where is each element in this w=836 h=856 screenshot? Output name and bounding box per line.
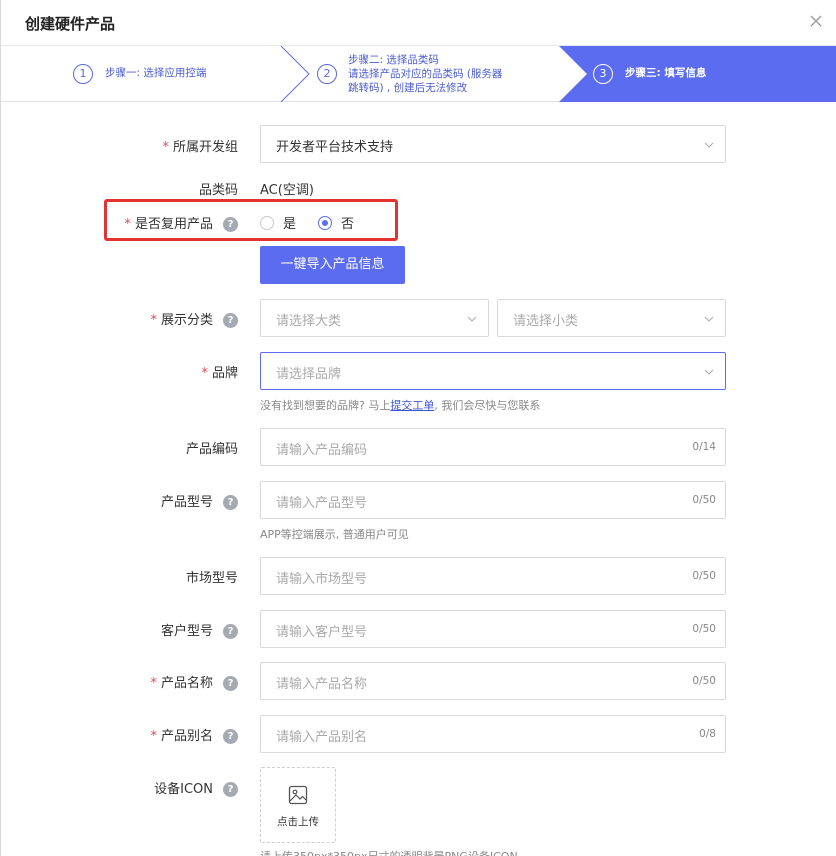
step-number: 2	[317, 64, 337, 84]
step-1[interactable]: 1 步骤一: 选择应用控端	[1, 46, 281, 102]
char-counter: 0/50	[692, 675, 716, 687]
brand-select[interactable]: 请选择品牌	[260, 352, 726, 390]
step-2[interactable]: 2 步骤二: 选择品类码 请选择产品对应的品类码 (服务器 跳转码) , 创建后…	[281, 46, 561, 102]
device-icon-label: 设备ICON?	[154, 778, 238, 797]
product-code-input[interactable]: 请输入产品编码 0/14	[260, 428, 726, 466]
step-label: 步骤一: 选择应用控端	[105, 67, 207, 79]
device-icon-hint: 请上传350px*350px尺寸的透明背景PNG设备ICON	[260, 848, 518, 856]
question-icon[interactable]: ?	[223, 624, 238, 639]
display-category-minor-select[interactable]: 请选择小类	[497, 299, 726, 337]
input-placeholder: 请输入客户型号	[276, 625, 368, 640]
product-name-input[interactable]: 请输入产品名称 0/50	[260, 662, 726, 700]
question-icon[interactable]: ?	[223, 676, 238, 691]
chevron-down-icon	[467, 316, 477, 322]
step-description: 跳转码) , 创建后无法修改	[348, 82, 468, 94]
select-placeholder: 请选择大类	[276, 314, 342, 329]
step-number: 3	[593, 64, 613, 84]
product-form: * 所属开发组 开发者平台技术支持 品类码 AC(空调) * 是否复用产品? 是 否…	[1, 102, 836, 856]
category-code-value: AC(空调)	[260, 183, 314, 198]
input-placeholder: 请输入产品别名	[276, 730, 368, 745]
submit-ticket-link[interactable]: 提交工单	[390, 399, 434, 412]
dev-group-label: * 所属开发组	[162, 140, 238, 155]
icon-upload-area[interactable]: 点击上传	[260, 767, 336, 843]
display-category-label: * 展示分类?	[150, 309, 238, 328]
hint-text: 没有找到想要的品牌? 马上	[260, 399, 391, 412]
chevron-down-icon	[704, 369, 714, 375]
step-number: 1	[73, 64, 93, 84]
char-counter: 0/50	[692, 623, 716, 635]
import-product-info-button[interactable]: 一键导入产品信息	[260, 246, 405, 284]
product-name-label: * 产品名称?	[150, 672, 238, 691]
product-alias-label: * 产品别名?	[150, 725, 238, 744]
upload-label: 点击上传	[277, 816, 319, 828]
dialog-header: 创建硬件产品	[1, 0, 836, 46]
char-counter: 0/50	[692, 494, 716, 506]
product-code-label: 产品编码	[185, 442, 238, 457]
select-placeholder: 请选择品牌	[276, 367, 342, 382]
question-icon[interactable]: ?	[223, 729, 238, 744]
product-alias-input[interactable]: 请输入产品别名 0/8	[260, 715, 726, 753]
brand-label: * 品牌	[201, 366, 238, 381]
customer-model-label: 客户型号?	[161, 620, 238, 639]
select-placeholder: 请选择小类	[513, 314, 579, 329]
step-label: 步骤三: 填写信息	[625, 67, 707, 79]
step-label: 步骤二: 选择品类码	[348, 54, 439, 66]
input-placeholder: 请输入产品编码	[276, 443, 368, 458]
hint-text: , 我们会尽快与您联系	[434, 399, 541, 412]
product-model-hint: APP等控端展示, 普通用户可见	[260, 528, 409, 541]
dev-group-select[interactable]: 开发者平台技术支持	[260, 125, 726, 163]
input-placeholder: 请输入市场型号	[276, 572, 368, 587]
brand-hint: 没有找到想要的品牌? 马上提交工单, 我们会尽快与您联系	[260, 397, 540, 413]
step-description: 请选择产品对应的品类码 (服务器	[348, 68, 503, 80]
char-counter: 0/8	[699, 728, 716, 740]
category-code-label: 品类码	[198, 183, 238, 198]
steps-bar: 1 步骤一: 选择应用控端 2 步骤二: 选择品类码 请选择产品对应的品类码 (…	[1, 46, 836, 102]
display-category-major-select[interactable]: 请选择大类	[260, 299, 489, 337]
question-icon[interactable]: ?	[223, 782, 238, 797]
highlight-annotation	[104, 199, 398, 241]
market-model-label: 市场型号	[185, 571, 238, 586]
input-placeholder: 请输入产品型号	[276, 496, 368, 511]
customer-model-input[interactable]: 请输入客户型号 0/50	[260, 610, 726, 648]
chevron-down-icon	[704, 142, 714, 148]
input-placeholder: 请输入产品名称	[276, 677, 368, 692]
dev-group-value: 开发者平台技术支持	[276, 140, 394, 155]
product-model-label: 产品型号?	[161, 491, 238, 510]
char-counter: 0/14	[692, 441, 716, 453]
create-product-dialog: 创建硬件产品 1 步骤一: 选择应用控端 2 步骤二: 选择品类码 请选择产品对…	[0, 0, 836, 856]
dialog-title: 创建硬件产品	[25, 15, 116, 33]
chevron-down-icon	[704, 316, 714, 322]
question-icon[interactable]: ?	[223, 313, 238, 328]
product-model-input[interactable]: 请输入产品型号 0/50	[260, 481, 726, 519]
close-icon[interactable]	[807, 12, 825, 30]
step-3[interactable]: 3 步骤三: 填写信息	[559, 46, 836, 102]
char-counter: 0/50	[692, 570, 716, 582]
image-icon	[288, 785, 308, 805]
market-model-input[interactable]: 请输入市场型号 0/50	[260, 557, 726, 595]
question-icon[interactable]: ?	[223, 495, 238, 510]
